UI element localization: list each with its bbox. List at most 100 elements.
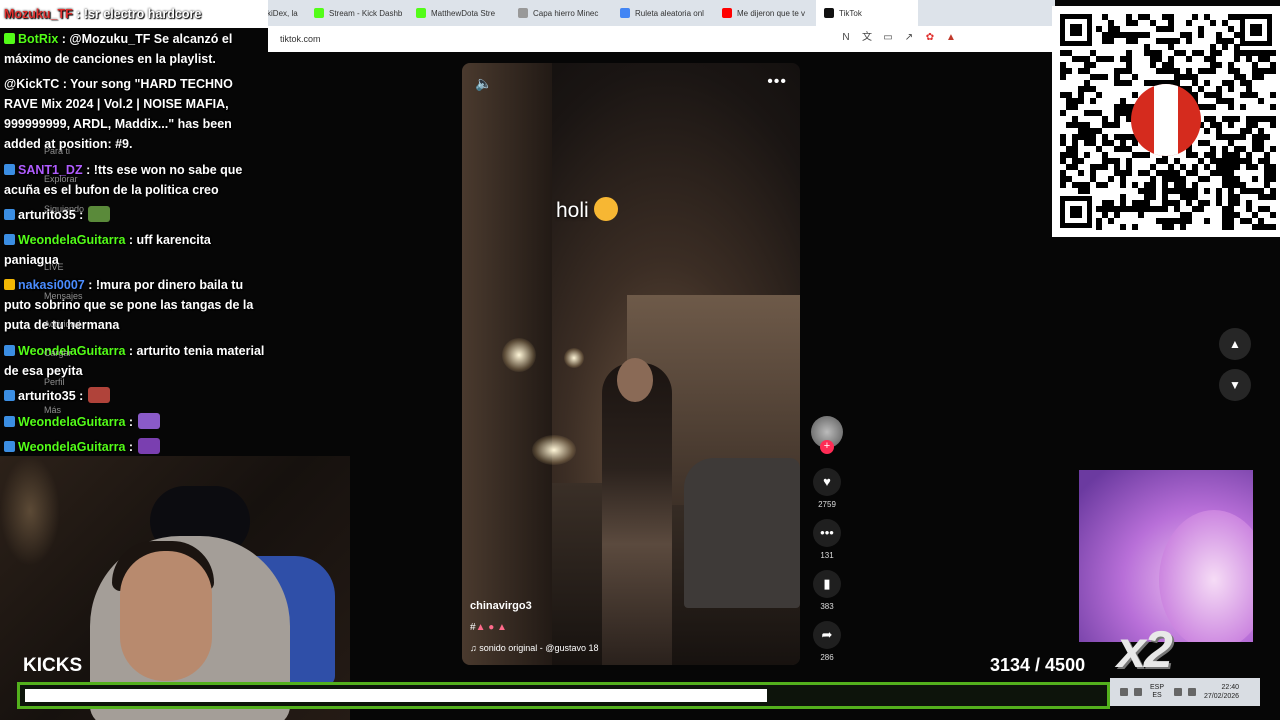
extension-icon[interactable]: ✿ [924, 32, 936, 44]
more-options-icon[interactable]: ••• [767, 73, 787, 91]
chat-text: : [128, 440, 134, 454]
sound-label: sonido original - @gustavo 18 [479, 643, 599, 653]
share-icon[interactable]: ↗ [903, 32, 915, 44]
video-sound[interactable]: ♫ sonido original - @gustavo 18 [470, 643, 598, 653]
share-icon[interactable]: ➦ [813, 621, 841, 649]
volume-icon[interactable]: 🔈 [475, 75, 492, 92]
tab-favicon-icon [722, 8, 732, 18]
video-car [684, 458, 800, 608]
video-person-head [617, 358, 653, 402]
like-icon[interactable]: ♥ [813, 468, 841, 496]
wifi-icon[interactable] [1174, 688, 1183, 696]
language-indicator[interactable]: ESP ES [1150, 684, 1164, 700]
translate-icon[interactable]: 文 [861, 32, 873, 44]
kicks-counter: 3134 / 4500 [990, 655, 1086, 675]
comment-icon[interactable]: ••• [813, 519, 841, 547]
follow-plus-icon[interactable]: + [820, 440, 834, 454]
chat-username[interactable]: WeondelaGuitarra [18, 233, 125, 247]
video-person [602, 363, 672, 665]
tab-favicon-icon [314, 8, 324, 18]
tiktok-video[interactable]: holi 🔈 ••• chinavirgo3 #▲ ● ▲ ♫ sonido o… [462, 63, 800, 665]
multiplier-label: x2 [1117, 621, 1173, 679]
lang-bottom: ES [1152, 692, 1162, 699]
clock-time: 22:40 [1221, 684, 1240, 691]
browser-tab[interactable]: Ruleta aleatoria onl [612, 0, 714, 26]
volume-tray-icon[interactable] [1134, 688, 1142, 696]
chat-username[interactable]: nakasi0007 [18, 278, 85, 292]
clock[interactable]: 22:40 27/02/2026 [1204, 683, 1239, 701]
tiktok-nav-item[interactable]: Perfil [44, 377, 65, 387]
network-icon[interactable] [1120, 688, 1128, 696]
url-text[interactable]: tiktok.com [280, 34, 321, 44]
streamer-face [120, 551, 212, 681]
tiktok-nav-item[interactable]: Mensajes [44, 291, 83, 301]
tab-favicon-icon [620, 8, 630, 18]
kicks-progress-bar [17, 682, 1110, 709]
tiktok-nav-item[interactable]: Explorar [44, 174, 78, 184]
screen: El mejor software pServidor | Aternos |T… [0, 0, 1280, 720]
chat-overlay: Mozuku_TF : !sr electro hardcore BotRix :… [0, 0, 268, 456]
chat-emote-icon [88, 387, 111, 403]
chat-username[interactable]: Mozuku_TF [4, 7, 73, 21]
like-action: ♥ 2759 [813, 468, 841, 509]
clip-shape [1159, 510, 1253, 642]
browser-tab[interactable]: Stream - Kick Dashb [306, 0, 408, 26]
video-streetlight [502, 338, 536, 372]
tab-label: Stream - Kick Dashb [329, 8, 403, 18]
browser-tab[interactable]: Capa hierro Minec [510, 0, 612, 26]
chat-message: BotRix : @Mozuku_TF Se alcanzó el máximo… [4, 29, 266, 69]
video-streetlight [564, 348, 584, 368]
chat-message: Mozuku_TF : !sr electro hardcore [4, 4, 266, 24]
taskbar-tray: ESP ES 22:40 27/02/2026 [1110, 678, 1260, 706]
next-video-button[interactable]: ▼ [1219, 369, 1251, 401]
chat-badge-icon [4, 390, 15, 401]
chat-text: : [128, 415, 134, 429]
bookmark-count: 383 [820, 602, 834, 611]
video-headlight [532, 435, 576, 465]
tiktok-nav-item[interactable]: Cargar [44, 348, 72, 358]
chat-username[interactable]: WeondelaGuitarra [18, 344, 125, 358]
comment-count: 131 [820, 551, 834, 560]
video-username[interactable]: chinavirgo3 [470, 600, 532, 612]
chat-badge-icon [4, 209, 15, 220]
chat-text: : [79, 389, 84, 403]
chat-username[interactable]: @KickTC [4, 77, 59, 91]
screenshot-icon[interactable]: ▭ [882, 32, 894, 44]
tab-label: MatthewDota Stre [431, 8, 496, 18]
speaker-icon[interactable] [1188, 688, 1197, 696]
tiktok-nav-item[interactable]: Actividad [44, 319, 81, 329]
browser-tab[interactable]: TikTok [816, 0, 918, 26]
chat-username[interactable]: WeondelaGuitarra [18, 440, 125, 454]
browser-tab[interactable]: MatthewDota Stre [408, 0, 510, 26]
address-bar-icons: N 文 ▭ ↗ ✿ ▲ [840, 32, 957, 44]
video-hashtags[interactable]: #▲ ● ▲ [470, 622, 507, 633]
tiktok-nav-item[interactable]: Siguiendo [44, 204, 84, 214]
reader-icon[interactable]: N [840, 32, 852, 44]
hugging-emoji-icon [593, 197, 618, 221]
chat-username[interactable]: BotRix [18, 32, 58, 46]
tab-label: Capa hierro Minec [533, 8, 599, 18]
chat-badge-icon [4, 164, 15, 175]
bookmark-icon[interactable]: ▮ [813, 570, 841, 598]
address-bar[interactable]: tiktok.com N 文 ▭ ↗ ✿ ▲ [268, 26, 1055, 52]
progress-fill [25, 689, 768, 702]
chat-emote-icon [88, 206, 111, 222]
chat-message: WeondelaGuitarra : arturito tenia materi… [4, 341, 266, 381]
chat-badge-icon [4, 441, 15, 452]
previous-video-button[interactable]: ▲ [1219, 328, 1251, 360]
chat-username[interactable]: arturito35 [18, 389, 76, 403]
webcam-feed [0, 456, 350, 720]
chat-badge-icon [4, 416, 15, 427]
browser-tab[interactable]: Me dijeron que te v [714, 0, 816, 26]
warning-icon[interactable]: ▲ [945, 32, 957, 44]
tab-label: TikTok [839, 8, 862, 18]
chat-badge-icon [4, 33, 15, 44]
tiktok-nav-item[interactable]: Más [44, 405, 61, 415]
chat-message: @KickTC : Your song "HARD TECHNO RAVE Mi… [4, 74, 266, 154]
like-count: 2759 [818, 500, 836, 509]
tiktok-nav-item[interactable]: LIVE [44, 262, 64, 272]
tab-favicon-icon [518, 8, 528, 18]
music-note-icon: ♫ [470, 643, 480, 653]
chat-username[interactable]: WeondelaGuitarra [18, 415, 125, 429]
tiktok-nav-item[interactable]: Para ti [44, 146, 70, 156]
